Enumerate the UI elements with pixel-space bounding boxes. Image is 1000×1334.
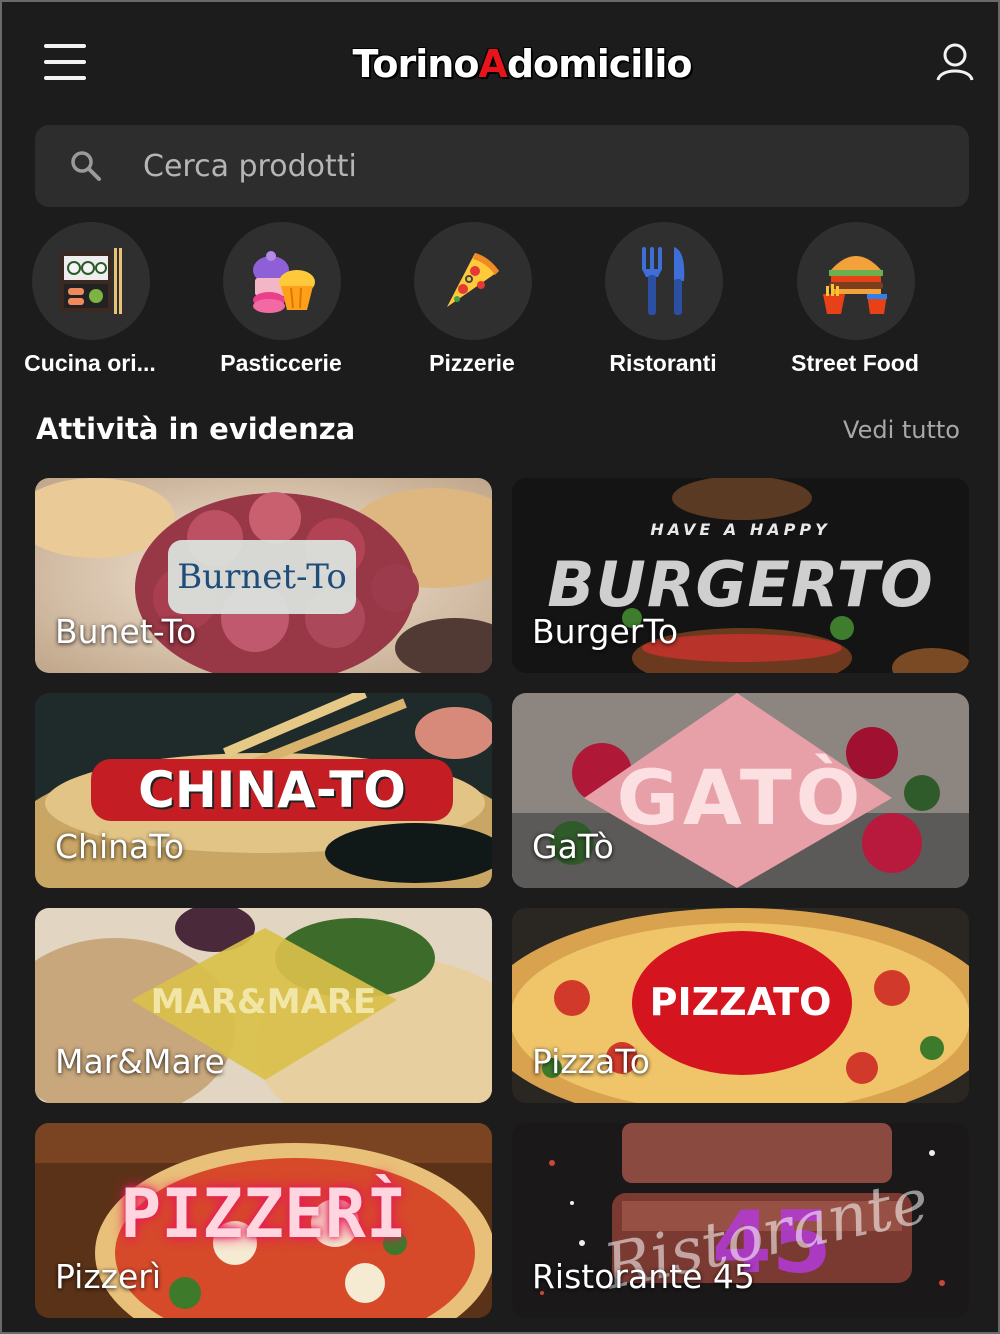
category-pasticcerie[interactable]: Pasticcerie: [201, 222, 361, 387]
search-icon: [71, 151, 101, 181]
search-input[interactable]: [143, 143, 923, 189]
card-brand-logo: Burnet-To: [168, 540, 356, 614]
featured-section-title: Attività in evidenza: [36, 412, 356, 446]
featured-card-pizzeri[interactable]: PIZZERÌ Pizzerì: [35, 1123, 492, 1318]
see-all-link[interactable]: Vedi tutto: [802, 416, 960, 444]
search-bar: [35, 125, 969, 207]
card-title: Mar&Mare: [55, 1042, 225, 1081]
card-brand-logo: PIZZERÌ: [120, 1175, 407, 1254]
burger-fries-icon: [797, 222, 915, 340]
featured-card-ristorante-45[interactable]: 45 Ristorante Ristorante 45: [512, 1123, 969, 1318]
featured-card-pizzato[interactable]: PIZZATO PizzaTo: [512, 908, 969, 1103]
logo-text-accent: A: [478, 42, 507, 86]
card-brand-logo: PIZZATO: [649, 980, 832, 1024]
card-brand-logo: MAR&MARE: [150, 982, 377, 1022]
featured-card-chinato[interactable]: CHINA-TO ChinaTo: [35, 693, 492, 888]
card-title: Bunet-To: [55, 612, 197, 651]
card-title: ChinaTo: [55, 827, 185, 866]
cupcake-icon: [223, 222, 341, 340]
featured-card-burgerto[interactable]: HAVE A HAPPY BURGERTO BurgerTo: [512, 478, 969, 673]
category-pizzerie[interactable]: Pizzerie: [392, 222, 552, 387]
card-title: Pizzerì: [55, 1257, 162, 1296]
user-account-icon[interactable]: [934, 42, 976, 82]
logo-text-2: domicilio: [506, 42, 693, 86]
pizza-slice-icon: [414, 222, 532, 340]
featured-card-mar-mare[interactable]: MAR&MARE Mar&Mare: [35, 908, 492, 1103]
category-label: Pasticcerie: [220, 350, 342, 376]
category-label: Ristoranti: [609, 350, 717, 376]
featured-card-bunet-to[interactable]: Burnet-To Bunet-To: [35, 478, 492, 673]
category-label: Pizzerie: [429, 350, 515, 376]
category-street-food[interactable]: Street Food: [775, 222, 935, 387]
app-logo[interactable]: TorinoAdomicilio: [322, 32, 722, 96]
logo-text-1: Torino: [352, 42, 480, 86]
category-cucina-orientale[interactable]: Cucina ori...: [10, 222, 170, 387]
category-ristoranti[interactable]: Ristoranti: [583, 222, 743, 387]
app-screen: TorinoAdomicilio Cerca prodotti Cucina o…: [0, 0, 1000, 1334]
sushi-box-icon: [32, 222, 150, 340]
card-brand-tagline: HAVE A HAPPY: [650, 520, 831, 539]
card-title: PizzaTo: [532, 1042, 650, 1081]
category-label: Street Food: [791, 350, 919, 376]
card-brand-logo: BURGERTO: [547, 548, 934, 621]
top-bar: TorinoAdomicilio: [2, 2, 998, 120]
fork-knife-icon: [605, 222, 723, 340]
card-title: GaTò: [532, 827, 614, 866]
card-title: Ristorante 45: [532, 1257, 755, 1296]
featured-card-gato[interactable]: GATÒ GaTò: [512, 693, 969, 888]
card-title: BurgerTo: [532, 612, 679, 651]
hamburger-menu-icon[interactable]: [44, 42, 86, 80]
category-label: Cucina ori...: [24, 350, 156, 376]
card-brand-logo: CHINA-TO: [91, 759, 453, 821]
